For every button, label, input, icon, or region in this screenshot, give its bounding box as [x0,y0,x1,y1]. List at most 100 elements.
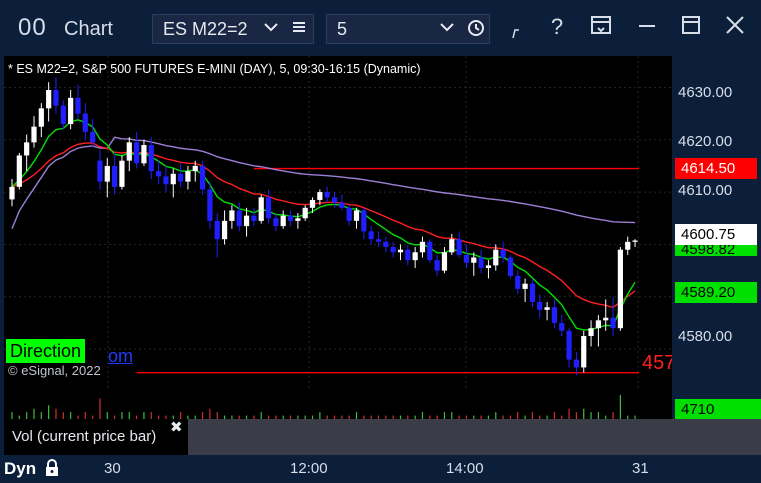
price-axis[interactable]: 4630.00 4620.00 4610.00 4580.00 4614.50 … [672,56,761,391]
candle-body [199,165,206,190]
candle-body [603,317,609,321]
window-title: Chart [64,18,113,40]
chevron-down-icon[interactable] [439,19,455,38]
candle-body [595,320,601,329]
candle-body [573,359,580,368]
candle-body [119,160,125,187]
candle-body [405,249,411,261]
close-icon[interactable]: ✖ [170,418,183,436]
candle-body [302,207,308,219]
candle-body [412,252,418,261]
menu-icon[interactable] [291,19,307,38]
candle-body [177,173,184,182]
candle-body [383,241,389,248]
chevron-down-icon[interactable] [263,19,279,38]
candle-body [280,215,286,227]
volume-svg [11,395,636,419]
candle-body [551,307,558,323]
candle-body [251,215,257,221]
lock-icon[interactable] [42,458,62,483]
candle-body [207,189,213,221]
candle-body [243,215,250,227]
volume-axis: 4710 [672,391,761,419]
candle-body [258,197,264,221]
partial-text: om [108,346,134,366]
price-tick-label: 4630.00 [678,84,733,101]
candle-body [141,144,147,164]
candle-body [581,336,587,368]
candle-body [610,317,616,329]
candle-body [192,165,198,172]
candle-body [295,218,301,221]
clock-icon[interactable] [467,19,485,40]
close-icon[interactable] [722,14,748,42]
copyright-text: © eSignal, 2022 [8,363,101,378]
candle-body [46,90,52,109]
interval-combobox[interactable]: 5 [326,14,490,44]
dyn-label[interactable]: Dyn [4,459,36,479]
time-axis: Dyn 30 12:00 14:00 31 [0,455,761,481]
help-icon[interactable]: ? [544,14,570,40]
level-price-badge: 4614.50 [675,158,757,179]
candle-body [82,113,88,132]
candle-body [441,252,448,271]
candle-body [24,142,30,156]
candle-body [456,239,462,255]
candle-body [625,241,631,250]
draw-icon[interactable] [504,20,530,46]
candle-body [529,283,536,303]
candle-body [463,254,470,263]
price-tick-label: 4620.00 [678,133,733,150]
last-price-badge: 4600.75 [675,224,757,245]
candle-body [375,239,382,242]
candle-body [324,192,330,198]
volume-value-badge: 4710 [675,399,761,419]
vwap-line [11,136,636,230]
candle-body [148,144,154,172]
price-chart-svg [4,56,672,391]
candle-body [126,142,132,161]
candle-body [419,241,426,253]
candle-body [588,328,594,337]
candle-body [632,240,638,242]
volume-tooltip: Vol (current price bar) ✖ [4,419,188,455]
price-chart[interactable]: * ES M22=2, S&P 500 FUTURES E-MINI (DAY)… [4,56,672,391]
volume-panel[interactable] [4,391,672,419]
candle-body [353,210,360,221]
symbol-combobox[interactable]: ES M22=2 [152,14,314,44]
candle-body [361,210,367,232]
candle-body [522,283,528,289]
candle-body [507,257,514,276]
time-tick-label: 30 [104,460,121,477]
maximize-icon[interactable] [678,14,704,42]
candle-body [331,197,338,203]
minimize-icon[interactable] [634,14,660,42]
candle-body [170,173,176,185]
candle-body [236,210,242,227]
candle-body [317,192,323,200]
save-icon[interactable] [588,14,614,42]
candle-body [214,220,220,240]
title-bar: 00 Chart ES M22=2 5 ? [0,0,761,56]
candle-body [90,131,96,143]
fast-ma-price-badge: 4589.20 [675,282,757,303]
time-tick-label: 12:00 [290,460,328,477]
candle-body [134,142,140,164]
candle-body [537,302,543,310]
candle-body [493,249,499,266]
candle-body [287,215,294,221]
candle-body [229,210,235,221]
candle-body [500,249,506,258]
candle-body [485,265,492,268]
candle-body [617,249,623,329]
candle-body [478,257,484,268]
candle-body [16,155,22,187]
candle-body [368,231,374,240]
candle-body [112,165,118,187]
candle-body [97,160,103,182]
candle-body [449,239,455,253]
candle-body [265,197,272,219]
level-cut-label: 457 [642,352,672,374]
candle-body [9,186,15,200]
candle-body [156,171,162,177]
